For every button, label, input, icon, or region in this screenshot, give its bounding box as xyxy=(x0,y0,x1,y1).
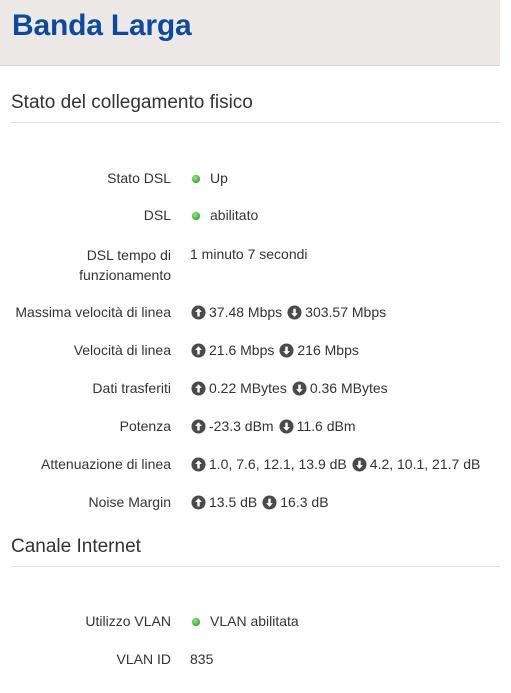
arrow-down-circle-icon xyxy=(262,495,277,510)
noise-up: 13.5 dB xyxy=(209,494,258,510)
power-down: 11.6 dBm xyxy=(296,418,356,434)
arrow-up-circle-icon xyxy=(191,343,206,358)
downstream-group: 16.3 dB xyxy=(261,493,329,512)
arrow-down-circle-icon xyxy=(279,419,294,434)
arrow-up-circle-icon xyxy=(191,305,206,320)
upstream-group: 37.48 Mbps xyxy=(190,303,282,322)
green-dot-icon xyxy=(192,211,200,220)
section-divider xyxy=(11,566,500,567)
row-value: abilitato xyxy=(190,206,258,225)
arrow-down-circle-icon xyxy=(287,305,302,320)
downstream-group: 4.2, 10.1, 21.7 dB xyxy=(351,455,481,474)
vlan-usage-value: VLAN abilitata xyxy=(210,613,299,629)
data-up: 0.22 MBytes xyxy=(209,380,287,396)
row-value: 37.48 Mbps 303.57 Mbps xyxy=(190,303,390,322)
row-value: 0.22 MBytes 0.36 MBytes xyxy=(190,379,392,398)
max-speed-down: 303.57 Mbps xyxy=(305,304,387,320)
page-title: Banda Larga xyxy=(12,9,192,42)
downstream-group: 11.6 dBm xyxy=(278,417,356,436)
upstream-group: 1.0, 7.6, 12.1, 13.9 dB xyxy=(190,455,347,474)
upstream-group: 21.6 Mbps xyxy=(190,341,274,360)
section-title-internet-channel: Canale Internet xyxy=(11,536,141,557)
green-dot-icon xyxy=(192,617,200,626)
row-label: DSL tempo di funzionamento xyxy=(79,247,171,283)
row-label: DSL xyxy=(143,207,171,223)
upstream-group: -23.3 dBm xyxy=(190,417,274,436)
uptime-value: 1 minuto 7 secondi xyxy=(190,246,308,262)
row-value: -23.3 dBm 11.6 dBm xyxy=(190,417,359,436)
row-label: Noise Margin xyxy=(88,494,171,510)
row-value: VLAN abilitata xyxy=(190,612,299,631)
attenuation-up: 1.0, 7.6, 12.1, 13.9 dB xyxy=(209,456,347,472)
line-speed-down: 216 Mbps xyxy=(297,342,359,358)
section-divider xyxy=(11,122,500,123)
row-value: 21.6 Mbps 216 Mbps xyxy=(190,341,363,360)
row-label: Potenza xyxy=(119,418,171,434)
arrow-up-circle-icon xyxy=(191,495,206,510)
downstream-group: 303.57 Mbps xyxy=(286,303,386,322)
arrow-up-circle-icon xyxy=(191,419,206,434)
arrow-down-circle-icon xyxy=(352,457,367,472)
green-dot-icon xyxy=(192,174,200,183)
row-label: Attenuazione di linea xyxy=(41,456,171,472)
row-label: Stato DSL xyxy=(107,170,171,186)
line-speed-up: 21.6 Mbps xyxy=(209,342,275,358)
dsl-value: abilitato xyxy=(210,207,259,223)
downstream-group: 0.36 MBytes xyxy=(291,379,388,398)
upstream-group: 0.22 MBytes xyxy=(190,379,287,398)
page-header: Banda Larga xyxy=(0,0,500,66)
row-value: Up xyxy=(190,169,228,188)
arrow-down-circle-icon xyxy=(279,343,294,358)
row-label: Dati trasferiti xyxy=(92,380,171,396)
arrow-up-circle-icon xyxy=(191,381,206,396)
power-up: -23.3 dBm xyxy=(209,418,274,434)
noise-down: 16.3 dB xyxy=(280,494,329,510)
row-label: VLAN ID xyxy=(116,651,171,667)
downstream-group: 216 Mbps xyxy=(278,341,359,360)
vlan-id-value: 835 xyxy=(190,651,214,667)
arrow-up-circle-icon xyxy=(191,457,206,472)
row-label: Utilizzo VLAN xyxy=(85,613,171,629)
section-title-physical-link: Stato del collegamento fisico xyxy=(11,92,253,113)
data-down: 0.36 MBytes xyxy=(309,380,388,396)
row-value: 1.0, 7.6, 12.1, 13.9 dB 4.2, 10.1, 21.7 … xyxy=(190,455,484,474)
dsl-state-value: Up xyxy=(210,170,228,186)
max-speed-up: 37.48 Mbps xyxy=(209,304,283,320)
row-label: Velocità di linea xyxy=(73,342,171,358)
row-value: 13.5 dB 16.3 dB xyxy=(190,493,333,512)
attenuation-down: 4.2, 10.1, 21.7 dB xyxy=(369,456,481,472)
upstream-group: 13.5 dB xyxy=(190,493,257,512)
arrow-down-circle-icon xyxy=(292,381,307,396)
row-label: Massima velocità di linea xyxy=(15,304,171,320)
